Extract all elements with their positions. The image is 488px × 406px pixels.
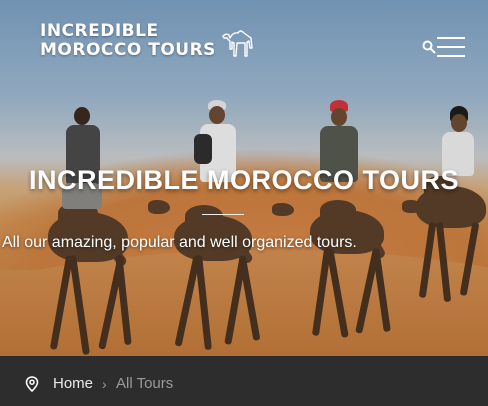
search-icon[interactable] (422, 40, 436, 54)
logo-text: INCREDIBLE MOROCCO TOURS (40, 22, 216, 60)
hero-subtitle: All our amazing, popular and well organi… (2, 234, 357, 251)
menu-icon[interactable] (437, 37, 465, 57)
breadcrumb-separator: › (102, 376, 107, 392)
hero-title: INCREDIBLE MOROCCO TOURS (28, 165, 459, 195)
logo-line-2: MOROCCO TOURS (40, 40, 216, 60)
logo-line-1: INCREDIBLE (40, 21, 159, 41)
site-logo[interactable]: INCREDIBLE MOROCCO TOURS (40, 22, 260, 60)
breadcrumb-home-link[interactable]: Home (53, 375, 93, 392)
camel-logo-icon (222, 30, 253, 57)
hero-divider (202, 214, 244, 215)
location-pin-icon (25, 376, 39, 392)
breadcrumb-current: All Tours (116, 375, 174, 392)
